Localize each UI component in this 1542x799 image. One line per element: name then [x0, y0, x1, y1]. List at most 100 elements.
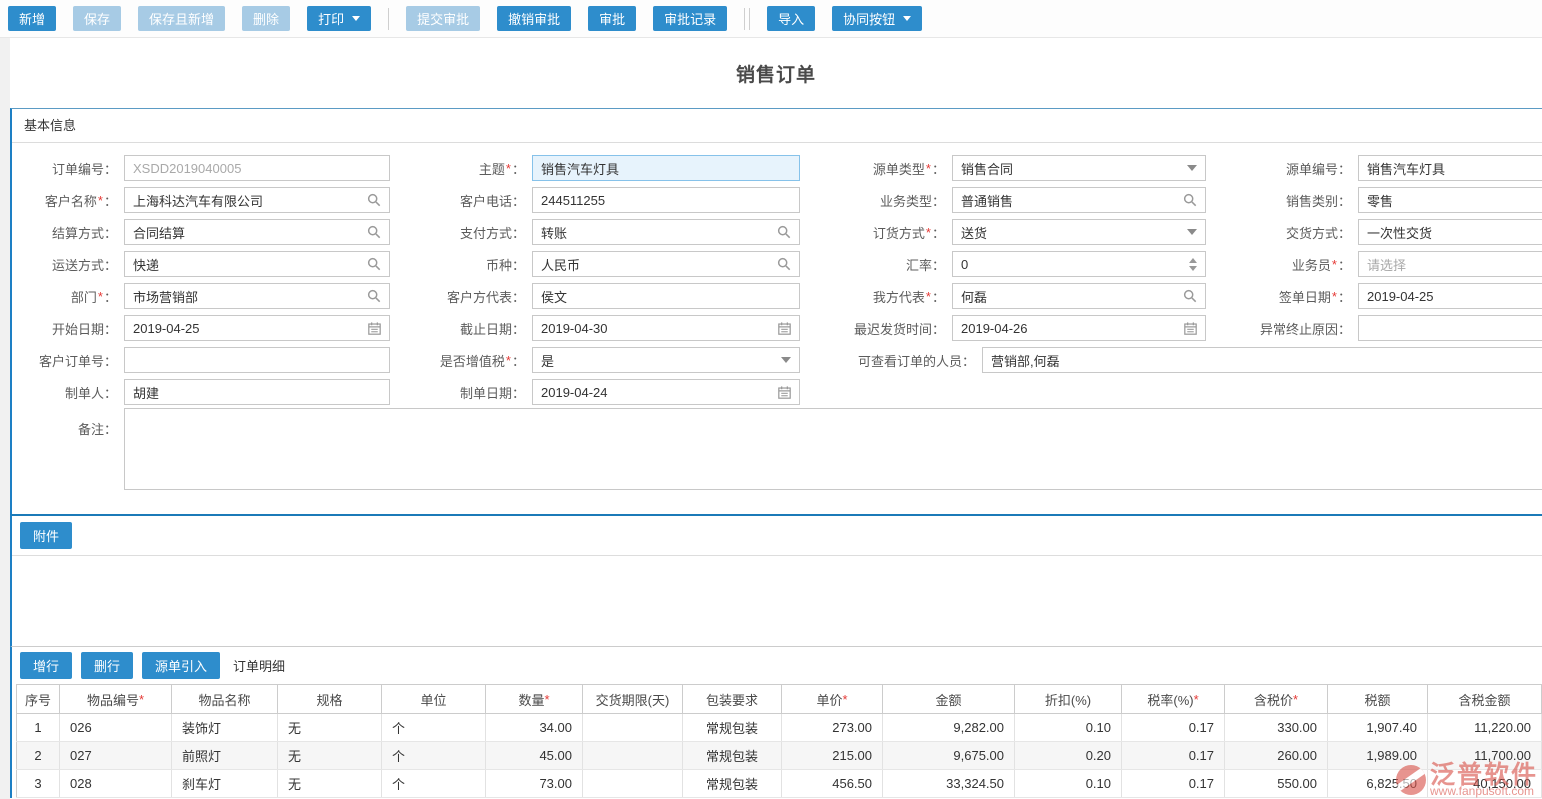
- source-no-label: 源单编号：: [1206, 152, 1358, 184]
- delete-button[interactable]: 删除: [242, 6, 290, 31]
- attachment-button[interactable]: 附件: [20, 522, 72, 549]
- table-row[interactable]: 1 026 装饰灯 无 个 34.00 常规包装 273.00 9,282.00…: [16, 714, 1542, 742]
- calendar-icon[interactable]: [368, 322, 381, 335]
- vat-select[interactable]: 是: [532, 347, 800, 373]
- cancel-approval-button[interactable]: 撤销审批: [497, 6, 571, 31]
- customer-name-input[interactable]: 上海科达汽车有限公司: [124, 187, 390, 213]
- new-button[interactable]: 新增: [8, 6, 56, 31]
- end-date-input[interactable]: 2019-04-30: [532, 315, 800, 341]
- calendar-icon[interactable]: [778, 386, 791, 399]
- start-date-label: 开始日期：: [12, 312, 124, 344]
- salesman-input[interactable]: 请选择: [1358, 251, 1542, 277]
- viewers-input[interactable]: 营销部,何磊: [982, 347, 1542, 373]
- calendar-icon[interactable]: [778, 322, 791, 335]
- dropdown-arrow-icon[interactable]: [1187, 165, 1197, 171]
- print-button[interactable]: 打印: [307, 6, 371, 31]
- col-header-qty: 数量*: [486, 685, 583, 713]
- start-date-input[interactable]: 2019-04-25: [124, 315, 390, 341]
- table-row[interactable]: 3 028 刹车灯 无 个 73.00 常规包装 456.50 33,324.5…: [16, 770, 1542, 798]
- attachment-area: [12, 556, 1542, 646]
- subject-input[interactable]: 销售汽车灯具: [532, 155, 800, 181]
- latest-ship-time-input[interactable]: 2019-04-26: [952, 315, 1206, 341]
- ship-method-input[interactable]: 快递: [124, 251, 390, 277]
- col-header-unit: 单位: [382, 685, 486, 713]
- approve-button[interactable]: 审批: [588, 6, 636, 31]
- col-header-item-no: 物品编号*: [60, 685, 172, 713]
- source-no-input[interactable]: 销售汽车灯具: [1358, 155, 1542, 181]
- basic-info-section-title: 基本信息: [12, 109, 1542, 143]
- source-type-label: 源单类型*：: [800, 152, 952, 184]
- currency-input[interactable]: 人民币: [532, 251, 800, 277]
- remark-textarea[interactable]: [124, 408, 1542, 490]
- col-header-seq: 序号: [16, 685, 60, 713]
- settle-method-input[interactable]: 合同结算: [124, 219, 390, 245]
- salesman-label: 业务员*：: [1206, 248, 1358, 280]
- toolbar-separator: [744, 8, 750, 30]
- source-import-button[interactable]: 源单引入: [142, 652, 220, 679]
- search-icon[interactable]: [367, 257, 381, 271]
- order-method-label: 订货方式*：: [800, 216, 952, 248]
- customer-order-no-input[interactable]: [124, 347, 390, 373]
- pay-method-label: 支付方式：: [390, 216, 532, 248]
- toolbar: 新增 保存 保存且新增 删除 打印 提交审批 撤销审批 审批 审批记录 导入 协…: [0, 0, 1542, 38]
- dropdown-arrow-icon[interactable]: [1187, 229, 1197, 235]
- source-type-select[interactable]: 销售合同: [952, 155, 1206, 181]
- settle-method-label: 结算方式：: [12, 216, 124, 248]
- delivery-method-input[interactable]: 一次性交货: [1358, 219, 1542, 245]
- customer-name-label: 客户名称*：: [12, 184, 124, 216]
- col-header-delivery-days: 交货期限(天): [583, 685, 683, 713]
- ship-method-label: 运送方式：: [12, 248, 124, 280]
- delete-row-button[interactable]: 删行: [81, 652, 133, 679]
- customer-phone-input[interactable]: 244511255: [532, 187, 800, 213]
- save-and-new-button[interactable]: 保存且新增: [138, 6, 225, 31]
- create-date-label: 制单日期：: [390, 376, 532, 408]
- department-input[interactable]: 市场营销部: [124, 283, 390, 309]
- search-icon[interactable]: [1183, 193, 1197, 207]
- search-icon[interactable]: [367, 289, 381, 303]
- currency-label: 币种：: [390, 248, 532, 280]
- search-icon[interactable]: [367, 225, 381, 239]
- customer-rep-label: 客户方代表：: [390, 280, 532, 312]
- abnormal-reason-input[interactable]: [1358, 315, 1542, 341]
- approval-record-button[interactable]: 审批记录: [653, 6, 727, 31]
- vat-label: 是否增值税*：: [390, 344, 532, 376]
- remark-label: 备注：: [12, 408, 124, 440]
- order-no-label: 订单编号：: [12, 152, 124, 184]
- stepper-arrows-icon[interactable]: [1189, 258, 1197, 271]
- creator-input[interactable]: 胡建: [124, 379, 390, 405]
- toolbar-separator: [388, 8, 389, 30]
- col-header-amount: 金额: [883, 685, 1015, 713]
- customer-rep-input[interactable]: 侯文: [532, 283, 800, 309]
- our-rep-input[interactable]: 何磊: [952, 283, 1206, 309]
- dropdown-arrow-icon[interactable]: [781, 357, 791, 363]
- collaborate-button[interactable]: 协同按钮: [832, 6, 922, 31]
- business-type-input[interactable]: 普通销售: [952, 187, 1206, 213]
- table-header-row: 序号 物品编号* 物品名称 规格 单位 数量* 交货期限(天) 包装要求 单价*…: [16, 684, 1542, 714]
- search-icon[interactable]: [777, 257, 791, 271]
- col-header-unit-price: 单价*: [782, 685, 883, 713]
- sales-category-input[interactable]: 零售: [1358, 187, 1542, 213]
- exchange-rate-label: 汇率：: [800, 248, 952, 280]
- create-date-input[interactable]: 2019-04-24: [532, 379, 800, 405]
- calendar-icon[interactable]: [1184, 322, 1197, 335]
- search-icon[interactable]: [777, 225, 791, 239]
- import-button[interactable]: 导入: [767, 6, 815, 31]
- table-row[interactable]: 2 027 前照灯 无 个 45.00 常规包装 215.00 9,675.00…: [16, 742, 1542, 770]
- business-type-label: 业务类型：: [800, 184, 952, 216]
- search-icon[interactable]: [367, 193, 381, 207]
- chevron-down-icon: [903, 16, 911, 21]
- submit-approval-button[interactable]: 提交审批: [406, 6, 480, 31]
- col-header-discount: 折扣(%): [1015, 685, 1122, 713]
- page-title: 销售订单: [736, 60, 816, 87]
- col-header-tax-rate: 税率(%)*: [1122, 685, 1225, 713]
- col-header-tax-price: 含税价*: [1225, 685, 1328, 713]
- search-icon[interactable]: [1183, 289, 1197, 303]
- order-method-select[interactable]: 送货: [952, 219, 1206, 245]
- add-row-button[interactable]: 增行: [20, 652, 72, 679]
- sign-date-input[interactable]: 2019-04-25: [1358, 283, 1542, 309]
- left-gutter: [0, 38, 10, 799]
- pay-method-input[interactable]: 转账: [532, 219, 800, 245]
- col-header-packing: 包装要求: [683, 685, 782, 713]
- save-button[interactable]: 保存: [73, 6, 121, 31]
- exchange-rate-stepper[interactable]: 0: [952, 251, 1206, 277]
